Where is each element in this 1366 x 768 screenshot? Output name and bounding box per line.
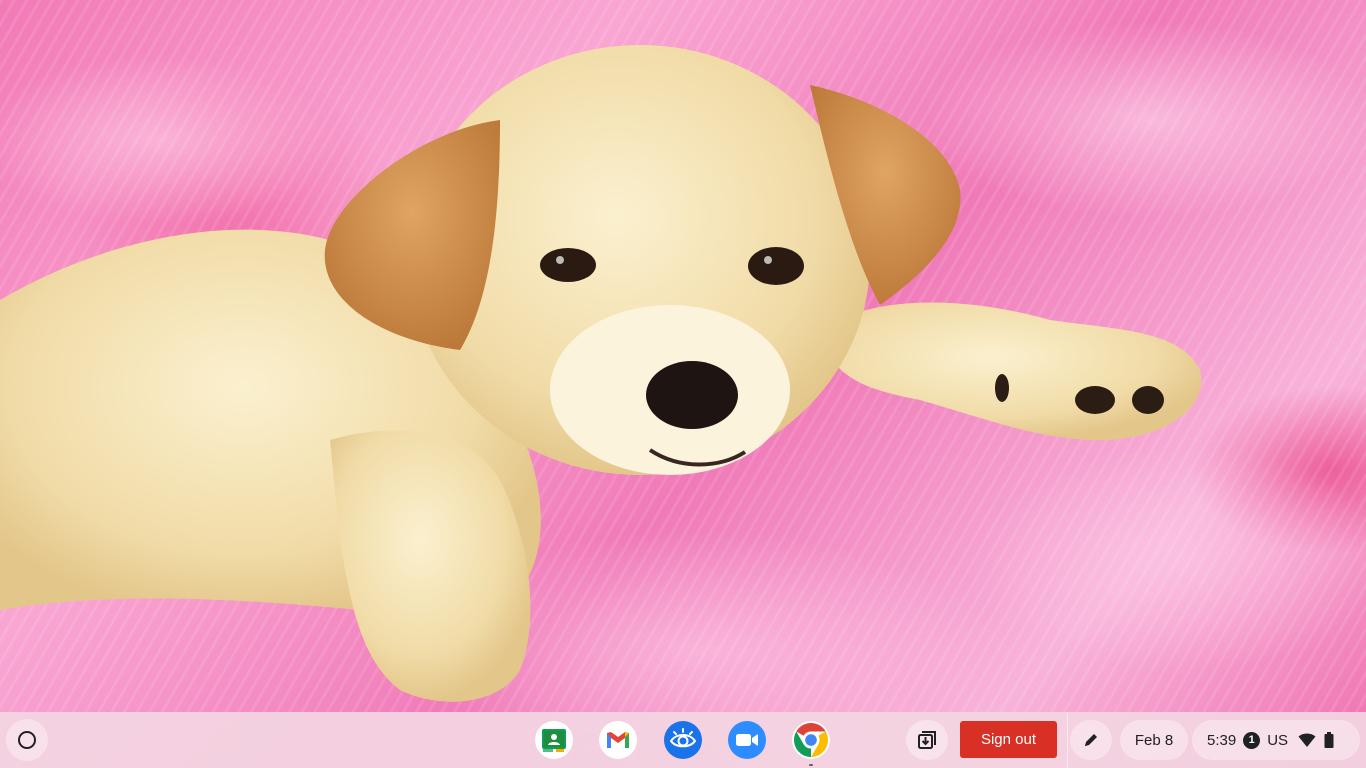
shelf: Sign out Feb 8 5:39 1 US <box>0 712 1366 768</box>
puppy-image <box>0 45 1202 702</box>
eye-icon <box>664 721 702 759</box>
zoom-camera-icon <box>728 721 766 759</box>
launcher-circle-icon <box>18 731 36 749</box>
launcher-button[interactable] <box>6 719 48 761</box>
status-tray[interactable]: 5:39 1 US <box>1192 720 1360 760</box>
wifi-icon <box>1298 733 1316 747</box>
date-button[interactable]: Feb 8 <box>1120 720 1188 760</box>
sign-out-button[interactable]: Sign out <box>960 721 1057 758</box>
chrome-icon <box>792 721 830 759</box>
desktop-wallpaper <box>0 0 1366 768</box>
classroom-app[interactable] <box>534 720 574 760</box>
zoom-app[interactable] <box>727 720 767 760</box>
battery-icon <box>1324 732 1334 748</box>
clock-time: 5:39 <box>1207 731 1237 749</box>
screen-reader-app[interactable] <box>663 720 703 760</box>
pen-icon <box>1085 734 1097 746</box>
notification-count-badge: 1 <box>1243 731 1261 749</box>
gmail-app[interactable] <box>598 720 638 760</box>
stylus-tools-button[interactable] <box>1070 720 1112 760</box>
shelf-divider <box>1067 712 1068 768</box>
holding-space-button[interactable] <box>906 720 948 760</box>
date-text: Feb 8 <box>1134 731 1174 749</box>
classroom-icon <box>535 721 573 759</box>
holding-space-icon <box>918 731 936 749</box>
chrome-app[interactable] <box>791 720 831 766</box>
gmail-icon <box>599 721 637 759</box>
input-method-label: US <box>1267 731 1289 749</box>
running-indicator <box>809 764 813 766</box>
